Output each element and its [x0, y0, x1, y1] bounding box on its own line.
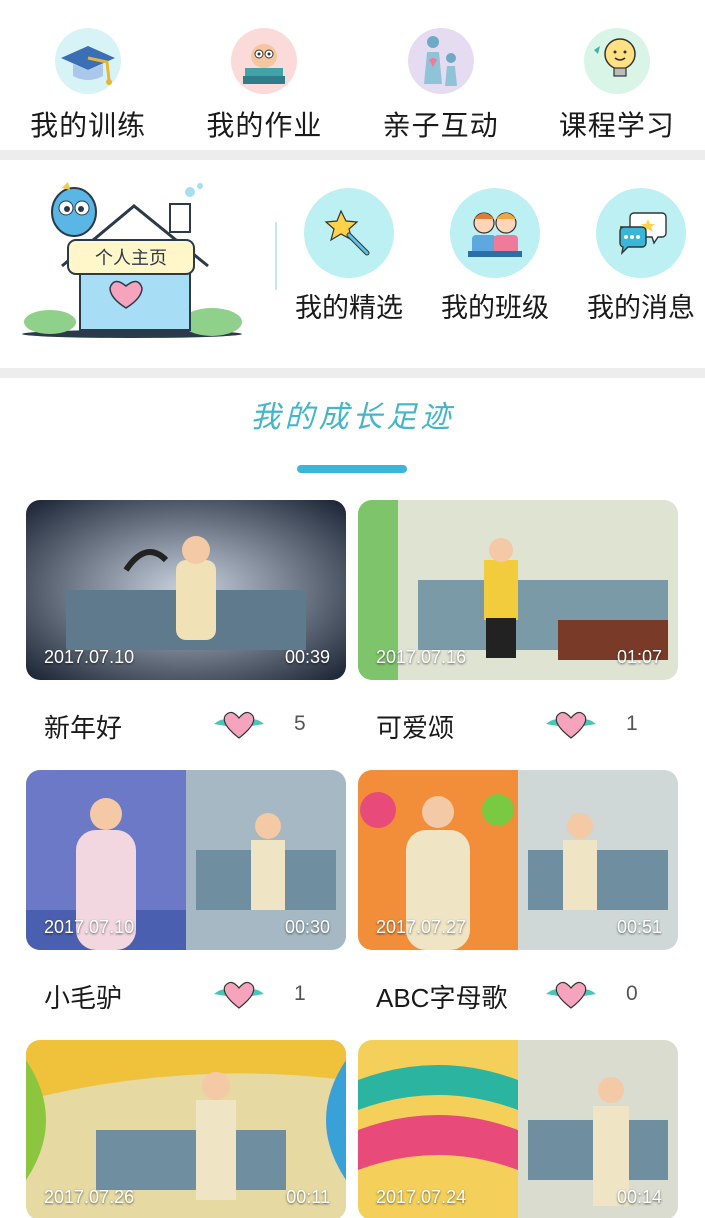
like-count: 1: [626, 712, 638, 735]
parent-child-icon: [407, 28, 474, 94]
top-nav: 我的训练 我的作业 亲子互动 课程学习: [0, 0, 705, 150]
nav-my-training[interactable]: 我的训练: [0, 0, 176, 150]
nav-parent-child[interactable]: 亲子互动: [353, 0, 529, 150]
video-thumbnail[interactable]: 2017.07.10 00:39: [26, 500, 346, 680]
video-thumbnail[interactable]: 2017.07.26 00:11: [26, 1040, 346, 1218]
video-thumbnail[interactable]: 2017.07.16 01:07: [358, 500, 678, 680]
video-duration: 00:30: [284, 917, 330, 937]
video-card[interactable]: 2017.07.10 00:30 小毛驴 1: [26, 770, 346, 1040]
video-date: 2017.07.27: [376, 917, 467, 937]
like-count: 5: [294, 712, 306, 735]
video-duration: 00:39: [284, 647, 330, 667]
magic-wand-star-icon: [304, 188, 394, 278]
personal-section: 个人主页 我的精选 我的班级 我的消息: [0, 160, 705, 368]
video-card[interactable]: 2017.07.16 01:07 可爱颂 1: [358, 500, 678, 770]
video-date: 2017.07.10: [44, 917, 135, 937]
section-divider: [0, 368, 705, 378]
classmates-icon: [450, 188, 540, 278]
lightbulb-icon: [583, 28, 650, 94]
heart-like-icon[interactable]: [544, 976, 598, 1012]
section-title-underline: [297, 465, 407, 473]
nav-label: 亲子互动: [382, 110, 499, 141]
homepage-button[interactable]: 个人主页: [22, 182, 244, 342]
video-date: 2017.07.24: [376, 1187, 467, 1207]
heart-like-icon[interactable]: [544, 706, 598, 742]
video-date: 2017.07.16: [376, 647, 467, 667]
video-card[interactable]: 2017.07.27 00:51 ABC字母歌 0: [358, 770, 678, 1040]
video-date: 2017.07.26: [44, 1187, 135, 1207]
nav-my-homework[interactable]: 我的作业: [176, 0, 352, 150]
video-card[interactable]: 2017.07.24 00:14: [358, 1040, 678, 1218]
video-thumbnail[interactable]: 2017.07.27 00:51: [358, 770, 678, 950]
heart-like-icon[interactable]: [212, 976, 266, 1012]
feature-label: 我的消息: [587, 293, 695, 323]
video-title: ABC字母歌: [376, 983, 508, 1013]
nav-label: 我的作业: [206, 110, 323, 141]
nav-label: 我的训练: [30, 110, 147, 141]
video-thumbnail[interactable]: 2017.07.24 00:14: [358, 1040, 678, 1218]
video-duration: 01:07: [616, 647, 662, 667]
owl-books-icon: [231, 28, 298, 94]
vertical-separator: [275, 222, 277, 290]
graduation-cap-icon: [55, 28, 122, 94]
video-thumbnail[interactable]: 2017.07.10 00:30: [26, 770, 346, 950]
house-bird-icon: 个人主页: [22, 182, 242, 338]
video-card[interactable]: 2017.07.26 00:11: [26, 1040, 346, 1218]
heart-like-icon[interactable]: [212, 706, 266, 742]
nav-course-study[interactable]: 课程学习: [529, 0, 705, 150]
nav-label: 课程学习: [558, 110, 675, 141]
section-title: 我的成长足迹: [250, 400, 455, 435]
like-count: 1: [294, 982, 306, 1005]
video-date: 2017.07.10: [44, 647, 135, 667]
video-duration: 00:51: [616, 917, 662, 937]
section-divider: [0, 150, 705, 160]
video-card[interactable]: 2017.07.10 00:39 新年好 5: [26, 500, 346, 770]
feature-label: 我的班级: [441, 293, 549, 323]
feature-my-messages[interactable]: 我的消息: [581, 188, 701, 325]
video-duration: 00:14: [616, 1187, 662, 1207]
video-title: 小毛驴: [44, 983, 123, 1013]
chat-bubbles-icon: [596, 188, 686, 278]
like-count: 0: [626, 982, 638, 1005]
feature-my-selection[interactable]: 我的精选: [289, 188, 409, 325]
homepage-sign-text: 个人主页: [95, 248, 167, 269]
video-title: 新年好: [44, 713, 123, 743]
feature-my-class[interactable]: 我的班级: [435, 188, 555, 325]
feature-label: 我的精选: [295, 293, 403, 323]
video-title: 可爱颂: [376, 713, 455, 743]
video-duration: 00:11: [286, 1187, 330, 1207]
